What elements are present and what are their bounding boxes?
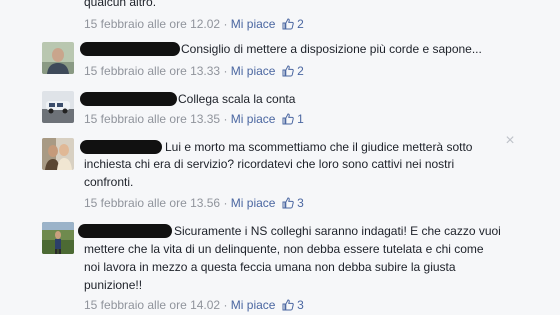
- like-link[interactable]: Mi piace: [231, 196, 276, 210]
- comment-meta: 15 febbraio alle ore 12.02 · Mi piace 2: [84, 17, 304, 31]
- thumbs-up-icon[interactable]: [282, 18, 294, 30]
- avatar-image: [42, 42, 74, 74]
- avatar-image: [42, 138, 74, 170]
- comment-text-line: mettere che la vita di un delinquente, n…: [84, 242, 484, 256]
- comment-meta: 15 febbraio alle ore 13.33 · Mi piace 2: [84, 64, 304, 78]
- comment-meta: 15 febbraio alle ore 13.56 · Mi piace 3: [84, 196, 304, 210]
- redacted-name: [80, 140, 162, 154]
- comment-timestamp[interactable]: 15 febbraio alle ore 14.02: [84, 298, 220, 312]
- separator: ·: [223, 64, 228, 78]
- comment-text: Consiglio di mettere a disposizione più …: [181, 42, 482, 56]
- comment-text-line: punizione!!: [84, 278, 143, 292]
- thumbs-up-icon[interactable]: [282, 65, 294, 77]
- like-link[interactable]: Mi piace: [231, 64, 276, 78]
- redacted-name: [80, 42, 180, 56]
- comment-text-line: inchiesta chi era di servizio? ricordate…: [84, 157, 455, 171]
- comment-text-fragment: qualcun altro.: [84, 0, 157, 9]
- comment-text-line: confronti.: [84, 175, 134, 189]
- separator: ·: [223, 112, 228, 126]
- separator: ·: [223, 298, 228, 312]
- comment-timestamp[interactable]: 15 febbraio alle ore 13.56: [84, 196, 220, 210]
- comment-meta: 15 febbraio alle ore 13.35 · Mi piace 1: [84, 112, 304, 126]
- hide-comment-icon[interactable]: ×: [503, 133, 517, 149]
- comment-text-line: noi lavora in mezzo a questa feccia uman…: [84, 260, 456, 274]
- comment-timestamp[interactable]: 15 febbraio alle ore 13.33: [84, 64, 220, 78]
- like-link[interactable]: Mi piace: [231, 112, 276, 126]
- like-count[interactable]: 1: [297, 112, 304, 126]
- thumbs-up-icon[interactable]: [282, 197, 294, 209]
- separator: ·: [223, 17, 228, 31]
- like-count[interactable]: 2: [297, 64, 304, 78]
- comment-meta: 15 febbraio alle ore 14.02 · Mi piace 3: [84, 298, 304, 312]
- avatar[interactable]: [42, 42, 74, 74]
- comment-text-line: Sicuramente i NS colleghi saranno indaga…: [174, 224, 501, 238]
- like-link[interactable]: Mi piace: [231, 17, 276, 31]
- comment-thread: qualcun altro. 15 febbraio alle ore 12.0…: [0, 0, 560, 315]
- thumbs-up-icon[interactable]: [282, 299, 294, 311]
- like-count[interactable]: 3: [297, 298, 304, 312]
- avatar-image: [42, 222, 74, 254]
- avatar-image: [42, 91, 74, 123]
- thumbs-up-icon[interactable]: [282, 113, 294, 125]
- avatar[interactable]: [42, 91, 74, 123]
- comment-text: Collega scala la conta: [178, 92, 296, 106]
- like-count[interactable]: 2: [297, 17, 304, 31]
- comment-timestamp[interactable]: 15 febbraio alle ore 13.35: [84, 112, 220, 126]
- comment-timestamp[interactable]: 15 febbraio alle ore 12.02: [84, 17, 220, 31]
- separator: ·: [223, 196, 228, 210]
- like-count[interactable]: 3: [297, 196, 304, 210]
- like-link[interactable]: Mi piace: [231, 298, 276, 312]
- avatar[interactable]: [42, 138, 74, 170]
- redacted-name: [78, 224, 172, 238]
- comment-text-line: Lui e morto ma scommettiamo che il giudi…: [165, 140, 473, 154]
- avatar[interactable]: [42, 222, 74, 254]
- redacted-name: [80, 92, 177, 106]
